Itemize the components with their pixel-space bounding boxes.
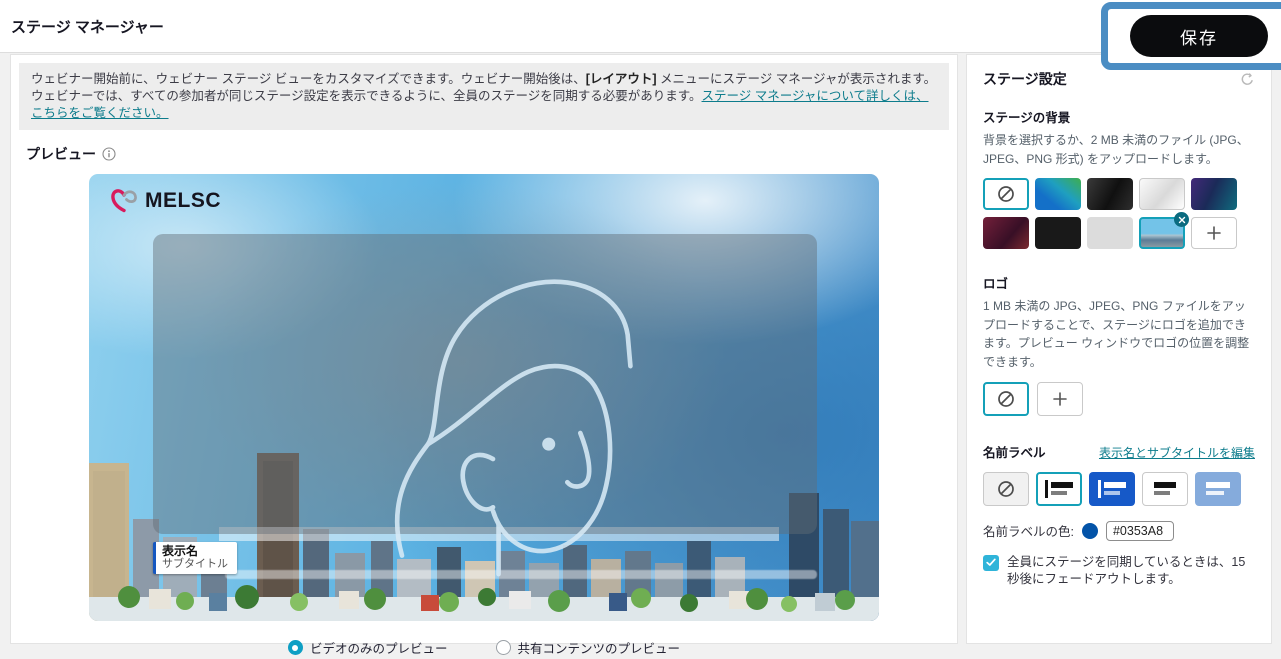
logo-section-title: ロゴ [983, 273, 1255, 292]
prohibited-icon [997, 185, 1015, 203]
check-icon [986, 558, 996, 567]
radio-video-only-preview[interactable]: ビデオのみのプレビュー [288, 638, 448, 657]
info-banner: ウェビナー開始前に、ウェビナー ステージ ビューをカスタマイズできます。ウェビナ… [19, 63, 949, 130]
refresh-icon[interactable] [1240, 72, 1255, 87]
background-maroon-gradient[interactable] [983, 217, 1029, 249]
subtitle: サブタイトル [162, 558, 228, 571]
prohibited-icon [997, 480, 1015, 498]
label-style-steel-blue[interactable] [1195, 472, 1241, 506]
label-style-none[interactable] [983, 472, 1029, 506]
label-style-white-bar-selected[interactable] [1036, 472, 1082, 506]
name-label-color-swatch[interactable] [1082, 523, 1098, 539]
banner-line2: ウェビナーでは、すべての参加者が同じステージ設定を表示できるように、全員のステー… [31, 88, 937, 122]
background-light-silk[interactable] [1139, 178, 1185, 210]
background-dark-wave[interactable] [1087, 178, 1133, 210]
background-thumbnails [983, 178, 1255, 249]
brand-text: MELSC [145, 189, 221, 213]
name-label-color-input[interactable] [1106, 521, 1174, 541]
background-gradient-blue-green[interactable] [1035, 178, 1081, 210]
radio-selected-icon [288, 640, 303, 655]
name-label-tag[interactable]: 表示名 サブタイトル [153, 542, 237, 574]
info-icon[interactable] [102, 147, 116, 161]
name-label-color-label: 名前ラベルの色: [983, 521, 1074, 540]
background-black[interactable] [1035, 217, 1081, 249]
page-header: ステージ マネージャー [0, 0, 1281, 53]
display-name: 表示名 [162, 544, 228, 558]
logo-upload-button[interactable] [1037, 382, 1083, 416]
background-light-gray[interactable] [1087, 217, 1133, 249]
preview-brand-logo: MELSC [109, 186, 221, 216]
radio-shared-content-preview[interactable]: 共有コンテンツのプレビュー [496, 638, 681, 657]
remove-background-badge[interactable] [1174, 212, 1189, 227]
plus-icon [1206, 225, 1222, 241]
banner-line1: ウェビナー開始前に、ウェビナー ステージ ビューをカスタマイズできます。ウェビナ… [31, 71, 937, 88]
save-button-highlight: 保存 [1101, 2, 1281, 70]
name-label-styles [983, 472, 1255, 506]
stage-settings-panel: ステージ設定 ステージの背景 背景を選択するか、2 MB 未満のファイル (JP… [966, 54, 1272, 644]
preview-heading: プレビュー [26, 144, 96, 164]
background-city-image-selected[interactable] [1139, 217, 1185, 249]
background-section-title: ステージの背景 [983, 107, 1255, 126]
name-label-section-title: 名前ラベル [983, 442, 1046, 461]
logo-section-description: 1 MB 未満の JPG、JPEG、PNG ファイルをアップロードすることで、ス… [983, 297, 1255, 371]
heart-logo-icon [109, 186, 139, 216]
stage-manager-page: ステージ マネージャー 保存 ウェビナー開始前に、ウェビナー ステージ ビューを… [0, 0, 1281, 659]
main-panel: ウェビナー開始前に、ウェビナー ステージ ビューをカスタマイズできます。ウェビナ… [10, 54, 958, 644]
save-button[interactable]: 保存 [1130, 15, 1268, 57]
edit-display-name-link[interactable]: 表示名とサブタイトルを編集 [1099, 444, 1255, 461]
background-upload-button[interactable] [1191, 217, 1237, 249]
settings-title: ステージ設定 [983, 69, 1067, 89]
x-badge-icon [1178, 216, 1186, 224]
background-purple-teal[interactable] [1191, 178, 1237, 210]
stage-preview: MELSC 表示名 サブタイトル [89, 174, 879, 621]
label-style-white-plain[interactable] [1142, 472, 1188, 506]
page-title: ステージ マネージャー [11, 16, 164, 37]
label-style-blue[interactable] [1089, 472, 1135, 506]
radio-unselected-icon [496, 640, 511, 655]
avatar-placeholder-icon [389, 260, 649, 580]
prohibited-icon [997, 390, 1015, 408]
background-none-option[interactable] [983, 178, 1029, 210]
sync-fadeout-checkbox[interactable] [983, 555, 999, 571]
background-section-description: 背景を選択するか、2 MB 未満のファイル (JPG、JPEG、PNG 形式) … [983, 131, 1255, 168]
logo-none-option[interactable] [983, 382, 1029, 416]
sync-fadeout-label: 全員にステージを同期しているときは、15 秒後にフェードアウトします。 [1007, 554, 1255, 588]
plus-icon [1052, 391, 1068, 407]
